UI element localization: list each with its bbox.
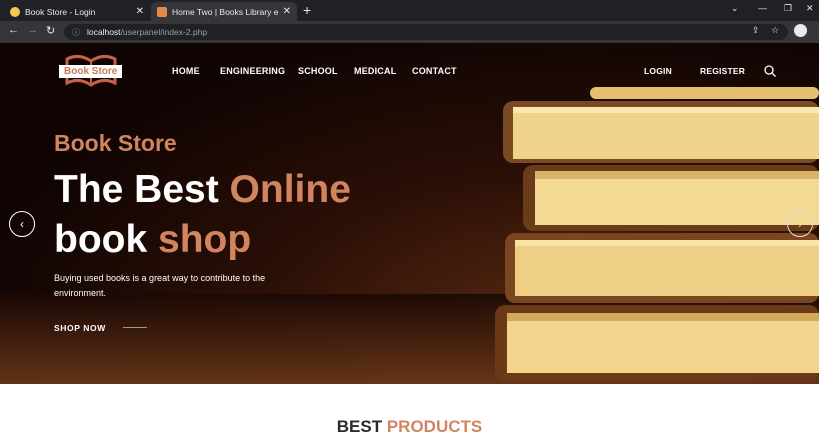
- back-icon[interactable]: ←: [8, 24, 19, 36]
- carousel-next-button[interactable]: ›: [787, 211, 813, 237]
- nav-contact[interactable]: CONTACT: [412, 66, 457, 76]
- hero-title-line2: book shop: [54, 220, 251, 259]
- browser-tab-home[interactable]: Home Two | Books Library eCom ✕: [151, 2, 297, 21]
- search-icon[interactable]: [764, 65, 776, 77]
- url-host: localhost: [87, 27, 121, 37]
- section-title: BEST PRODUCTS: [0, 417, 819, 437]
- browser-toolbar: ← → ↻ ⓘ localhost/userpanel/index-2.php …: [0, 21, 819, 43]
- hero-title-text: book: [54, 218, 158, 261]
- browser-tab-bar: Book Store - Login ✕ Home Two | Books Li…: [0, 0, 819, 21]
- forward-icon[interactable]: →: [27, 24, 38, 36]
- favicon-icon: [157, 6, 167, 17]
- address-bar[interactable]: ⓘ localhost/userpanel/index-2.php: [64, 24, 788, 40]
- new-tab-button[interactable]: +: [303, 2, 311, 18]
- books-stack-image: [495, 87, 819, 381]
- site-logo[interactable]: Book Store: [57, 53, 127, 87]
- hero-banner: Book Store HOME ENGINEERING SCHOOL MEDIC…: [0, 43, 819, 384]
- share-icon[interactable]: ⇪: [752, 25, 760, 36]
- carousel-prev-button[interactable]: ‹: [9, 211, 35, 237]
- window-close-icon[interactable]: ✕: [806, 3, 814, 14]
- register-link[interactable]: REGISTER: [700, 66, 745, 76]
- tab-title: Home Two | Books Library eCom: [172, 6, 279, 17]
- nav-home[interactable]: HOME: [172, 66, 200, 76]
- nav-medical[interactable]: MEDICAL: [354, 66, 396, 76]
- minimize-icon[interactable]: —: [758, 3, 767, 13]
- chevron-left-icon: ‹: [20, 217, 24, 231]
- login-link[interactable]: LOGIN: [644, 66, 672, 76]
- arrow-right-icon: [123, 327, 147, 328]
- hero-title-accent: shop: [158, 218, 252, 261]
- section-title-accent: PRODUCTS: [386, 417, 483, 436]
- tab-title: Book Store - Login: [25, 6, 96, 17]
- profile-avatar-icon[interactable]: [794, 24, 807, 37]
- bookmark-star-icon[interactable]: ☆: [771, 25, 779, 36]
- nav-school[interactable]: SCHOOL: [298, 66, 338, 76]
- hero-kicker: Book Store: [54, 130, 177, 156]
- site-info-icon[interactable]: ⓘ: [72, 27, 80, 38]
- hero-description: Buying used books is a great way to cont…: [54, 273, 266, 298]
- close-tab-icon[interactable]: ✕: [136, 6, 144, 17]
- logo-text: Book Store: [59, 65, 123, 78]
- hero-title-accent: Online: [229, 168, 351, 211]
- tab-search-icon[interactable]: ⌄: [731, 3, 739, 14]
- section-title-text: BEST: [336, 417, 387, 436]
- close-tab-icon[interactable]: ✕: [283, 6, 291, 17]
- reload-icon[interactable]: ↻: [46, 24, 55, 37]
- restore-icon[interactable]: ❐: [784, 3, 792, 14]
- hero-title-line1: The Best Online: [54, 170, 351, 209]
- url-path: /userpanel/index-2.php: [120, 27, 208, 37]
- browser-tab-login[interactable]: Book Store - Login ✕: [4, 2, 150, 21]
- shop-now-button[interactable]: SHOP NOW: [54, 323, 106, 333]
- chevron-right-icon: ›: [798, 217, 802, 231]
- nav-engineering[interactable]: ENGINEERING: [220, 66, 285, 76]
- favicon-icon: [10, 6, 20, 17]
- hero-title-text: The Best: [54, 168, 230, 211]
